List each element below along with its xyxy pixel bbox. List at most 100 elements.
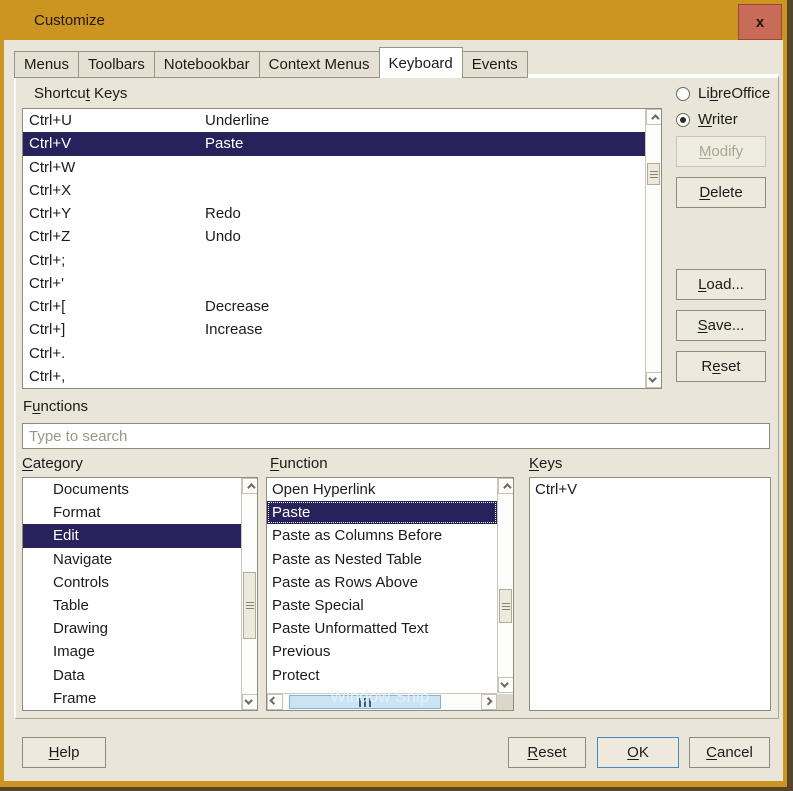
shortcut-row[interactable]: Ctrl+] Increase <box>23 318 645 341</box>
scroll-up-button[interactable] <box>646 109 662 125</box>
shortcut-row[interactable]: Ctrl+. <box>23 342 645 365</box>
title-bar[interactable]: Customize x <box>0 0 793 40</box>
shortcut-keys-label: Shortcut Keys <box>34 85 127 102</box>
function-hscrollbar[interactable] <box>267 693 497 710</box>
shortcut-key-cell: Ctrl+, <box>23 368 205 385</box>
chevron-up-icon <box>651 114 659 122</box>
load-button[interactable]: Load... <box>676 269 766 300</box>
category-item-label: Drawing <box>53 620 108 637</box>
shortcut-row[interactable]: Ctrl+Y Redo <box>23 202 645 225</box>
radio-label: LibreOffice <box>698 85 770 102</box>
scroll-thumb[interactable] <box>499 589 512 623</box>
category-item[interactable]: Drawing <box>23 617 241 640</box>
shortcut-action-cell: Decrease <box>205 298 645 315</box>
function-item[interactable]: Paste as Nested Table <box>267 548 497 571</box>
shortcut-keys-list: Ctrl+U Underline Ctrl+V Paste Ctrl+W Ctr… <box>22 108 662 389</box>
shortcut-row[interactable]: Ctrl+U Underline <box>23 109 645 132</box>
grip-icon <box>359 698 371 707</box>
keys-item[interactable]: Ctrl+V <box>530 478 770 501</box>
tab-label: Keyboard <box>389 55 453 72</box>
function-item[interactable]: Paste <box>267 501 497 524</box>
scroll-down-button[interactable] <box>646 372 662 388</box>
scroll-down-button[interactable] <box>498 677 514 693</box>
tab[interactable]: Menus <box>14 51 79 78</box>
function-item[interactable]: Protect <box>267 664 497 687</box>
category-item[interactable]: Edit <box>23 524 241 547</box>
category-item[interactable]: Frame <box>23 687 241 710</box>
scroll-left-button[interactable] <box>267 694 283 710</box>
shortcut-row[interactable]: Ctrl+[ Decrease <box>23 295 645 318</box>
tab-label: Events <box>472 56 518 73</box>
tab-label: Toolbars <box>88 56 145 73</box>
category-item[interactable]: Data <box>23 664 241 687</box>
category-item[interactable]: Navigate <box>23 548 241 571</box>
shortcut-row[interactable]: Ctrl+' <box>23 272 645 295</box>
save-button[interactable]: Save... <box>676 310 766 341</box>
function-item[interactable]: Paste as Columns Before <box>267 524 497 547</box>
help-button[interactable]: Help <box>22 737 106 768</box>
function-item[interactable]: Open Hyperlink <box>267 478 497 501</box>
function-item[interactable]: Paste Special <box>267 594 497 617</box>
category-item[interactable]: Table <box>23 594 241 617</box>
scroll-thumb[interactable] <box>243 572 256 639</box>
shortcut-row[interactable]: Ctrl+, <box>23 365 645 388</box>
cancel-button[interactable]: Cancel <box>689 737 770 768</box>
reset-keyboard-button[interactable]: Reset <box>676 351 766 382</box>
tab[interactable]: Keyboard <box>379 47 463 78</box>
category-item[interactable]: Format <box>23 501 241 524</box>
window-edge-bottom <box>0 787 793 791</box>
window-border-left <box>0 0 4 787</box>
scroll-thumb[interactable] <box>647 163 660 185</box>
chevron-down-icon <box>648 374 656 382</box>
function-item[interactable]: Previous <box>267 640 497 663</box>
shortcut-row[interactable]: Ctrl+Z Undo <box>23 225 645 248</box>
shortcut-row[interactable]: Ctrl+X <box>23 179 645 202</box>
tab-label: Notebookbar <box>164 56 250 73</box>
category-item[interactable]: Image <box>23 640 241 663</box>
scroll-down-button[interactable] <box>242 694 258 710</box>
category-item[interactable]: Controls <box>23 571 241 594</box>
chevron-down-icon <box>500 679 508 687</box>
keys-label: Keys <box>529 455 562 472</box>
function-item[interactable]: Paste as Rows Above <box>267 571 497 594</box>
shortcut-list-scrollbar[interactable] <box>645 109 661 388</box>
scope-radio-option[interactable]: LibreOffice <box>676 85 770 102</box>
shortcut-row[interactable]: Ctrl+V Paste <box>23 132 645 155</box>
function-item-label: Paste Unformatted Text <box>272 620 428 637</box>
ok-button[interactable]: OK <box>597 737 679 768</box>
function-vscrollbar[interactable] <box>497 478 513 693</box>
category-scrollbar[interactable] <box>241 478 257 710</box>
function-item-label: Paste Special <box>272 597 364 614</box>
function-label: Function <box>270 455 328 472</box>
reset-button[interactable]: Reset <box>508 737 586 768</box>
tab[interactable]: Context Menus <box>259 51 380 78</box>
close-button[interactable]: x <box>738 4 782 40</box>
scroll-thumb-horizontal[interactable] <box>289 695 441 709</box>
category-item[interactable]: Documents <box>23 478 241 501</box>
function-item-label: Paste as Nested Table <box>272 551 422 568</box>
chevron-down-icon <box>244 696 252 704</box>
shortcut-row[interactable]: Ctrl+; <box>23 249 645 272</box>
tab[interactable]: Events <box>462 51 528 78</box>
shortcut-key-cell: Ctrl+Z <box>23 228 205 245</box>
shortcut-action-cell: Paste <box>205 135 645 152</box>
shortcut-row[interactable]: Ctrl+W <box>23 156 645 179</box>
shortcut-key-cell: Ctrl+; <box>23 252 205 269</box>
scope-radio-option[interactable]: Writer <box>676 111 738 128</box>
grip-icon <box>502 603 510 610</box>
delete-button[interactable]: Delete <box>676 177 766 208</box>
scroll-right-button[interactable] <box>481 694 497 710</box>
function-item[interactable]: Paste Unformatted Text <box>267 617 497 640</box>
category-item-label: Documents <box>53 481 129 498</box>
scrollbar-corner <box>497 694 513 710</box>
tab-label: Menus <box>24 56 69 73</box>
chevron-up-icon <box>503 483 511 491</box>
function-search-input[interactable] <box>22 423 770 449</box>
scroll-up-button[interactable] <box>242 478 258 494</box>
shortcut-key-cell: Ctrl+Y <box>23 205 205 222</box>
tab[interactable]: Toolbars <box>78 51 155 78</box>
function-list: Open Hyperlink Paste Paste as Columns Be… <box>266 477 514 711</box>
chevron-right-icon <box>484 697 492 705</box>
tab[interactable]: Notebookbar <box>154 51 260 78</box>
scroll-up-button[interactable] <box>498 478 514 494</box>
